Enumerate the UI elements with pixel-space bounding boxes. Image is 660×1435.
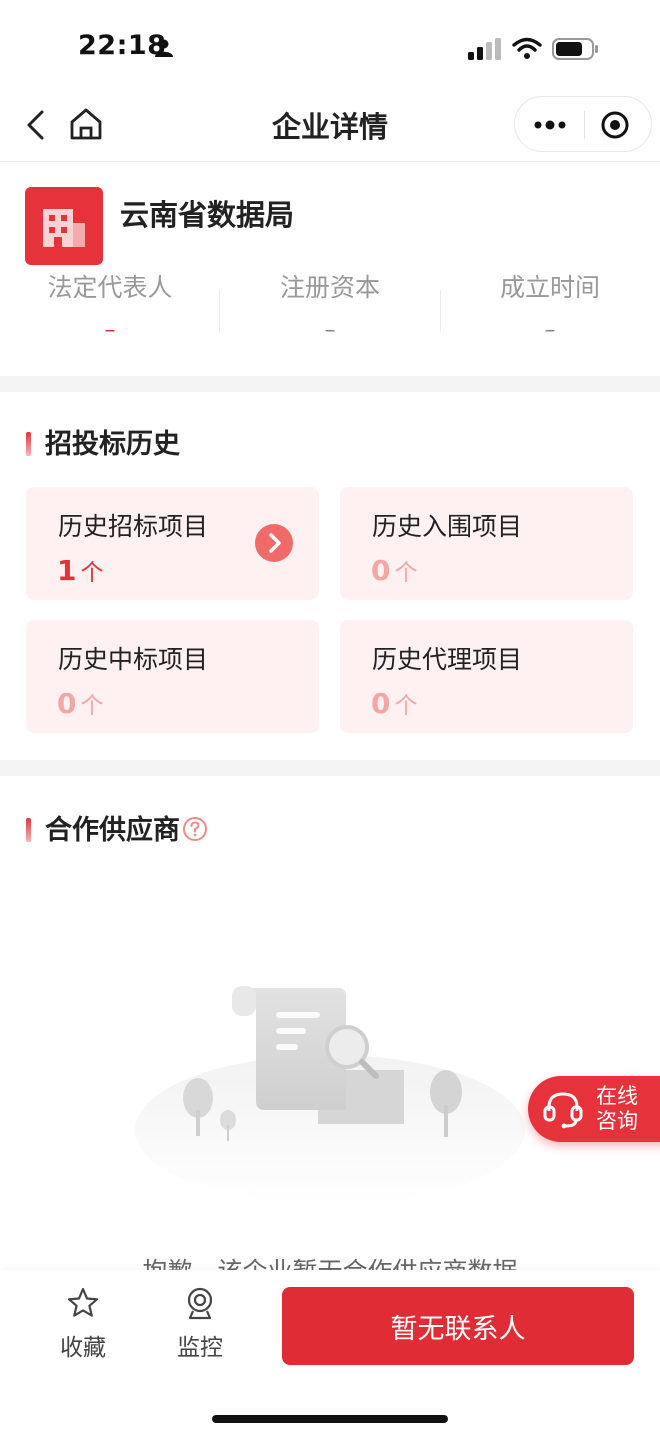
consult-line: 咨询 [596, 1109, 638, 1133]
wifi-icon [512, 37, 542, 59]
consult-label: 在线 咨询 [596, 1084, 646, 1134]
signal-icon [468, 38, 501, 60]
empty-state-illustration [135, 986, 525, 1200]
suppliers-title: 合作供应商 [26, 808, 208, 847]
section-accent-bar [26, 818, 31, 842]
section-title-text: 合作供应商 [45, 815, 180, 846]
info-label: 成立时间 [499, 273, 600, 302]
info-value: – [324, 318, 336, 343]
section-accent-bar [26, 432, 31, 456]
help-icon[interactable] [182, 816, 208, 842]
company-logo [25, 187, 103, 265]
info-label: 注册资本 [279, 273, 380, 302]
monitor-button[interactable]: 监控 [160, 1286, 240, 1362]
card-label: 历史代理项目 [372, 645, 523, 674]
headset-icon [543, 1092, 583, 1129]
count-unit: 个 [394, 560, 418, 586]
bid-history-title: 招投标历史 [26, 422, 180, 461]
count-unit: 个 [80, 693, 104, 719]
count-number: 0 [371, 554, 391, 587]
count-number: 1 [57, 554, 77, 587]
person-icon [155, 39, 173, 57]
building-icon [43, 209, 85, 247]
info-value: – [104, 318, 116, 343]
card-count: 0个 [371, 553, 417, 587]
count-number: 0 [371, 687, 391, 720]
chevron-right-icon[interactable] [254, 523, 294, 563]
section-gap [0, 760, 660, 776]
navigation-bar: 企业详情 [0, 90, 660, 162]
card-label: 历史中标项目 [58, 645, 209, 674]
consult-line: 在线 [596, 1084, 638, 1108]
card-history-tender[interactable]: 历史招标项目 1个 [26, 487, 319, 600]
bottom-action-bar: 收藏 监控 暂无联系人 [0, 1270, 660, 1435]
count-unit: 个 [394, 693, 418, 719]
close-target-icon[interactable] [599, 109, 631, 141]
card-count: 0个 [57, 686, 103, 720]
card-history-win[interactable]: 历史中标项目 0个 [26, 620, 319, 733]
info-value: – [544, 318, 556, 343]
status-bar: 22:18 [0, 0, 660, 90]
capsule-divider [584, 111, 585, 139]
company-name: 云南省数据局 [120, 198, 295, 232]
info-label: 法定代表人 [47, 273, 173, 302]
online-consult-button[interactable]: 在线 咨询 [528, 1076, 660, 1142]
contact-button[interactable]: 暂无联系人 [282, 1287, 634, 1365]
count-number: 0 [57, 687, 77, 720]
count-unit: 个 [80, 560, 104, 586]
more-icon[interactable] [531, 113, 569, 137]
legal-representative: 法定代表人 – [0, 268, 220, 343]
card-count: 0个 [371, 686, 417, 720]
card-count: 1个 [57, 553, 103, 587]
battery-icon [552, 38, 598, 60]
section-gap [0, 376, 660, 392]
mini-program-capsule [514, 96, 652, 152]
card-history-shortlist[interactable]: 历史入围项目 0个 [340, 487, 633, 600]
section-title-text: 招投标历史 [45, 429, 180, 460]
card-history-agency[interactable]: 历史代理项目 0个 [340, 620, 633, 733]
card-label: 历史入围项目 [372, 512, 523, 541]
favorite-button[interactable]: 收藏 [43, 1286, 123, 1362]
monitor-label: 监控 [177, 1335, 223, 1361]
establish-date: 成立时间 – [440, 268, 660, 343]
webcam-icon [187, 1287, 213, 1320]
favorite-label: 收藏 [60, 1335, 106, 1361]
registered-capital: 注册资本 – [220, 268, 440, 343]
home-indicator [212, 1415, 448, 1423]
star-icon [67, 1287, 99, 1317]
card-label: 历史招标项目 [58, 512, 209, 541]
